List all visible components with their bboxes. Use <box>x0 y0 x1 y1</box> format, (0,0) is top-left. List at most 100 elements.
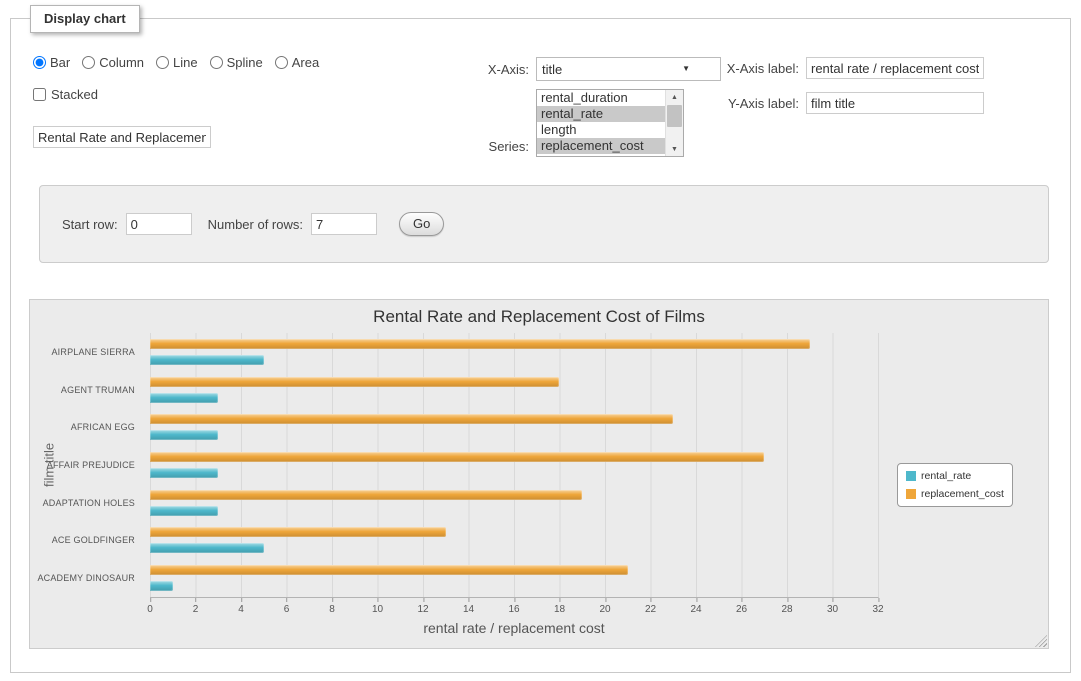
number-of-rows-label: Number of rows: <box>208 217 303 232</box>
bar-rental_rate <box>150 506 218 516</box>
series-select-group: Series: rental_durationrental_ratelength… <box>471 89 684 157</box>
legend-swatch-icon <box>906 471 916 481</box>
chart-type-option-label: Spline <box>227 55 263 70</box>
chart-type-option-label: Line <box>173 55 198 70</box>
x-tick-label: 16 <box>508 604 519 615</box>
category-label: ADAPTATION HOLES <box>30 484 142 522</box>
stacked-checkbox[interactable] <box>33 88 46 101</box>
legend-item-rental_rate[interactable]: rental_rate <box>906 470 1004 482</box>
legend-item-replacement_cost[interactable]: replacement_cost <box>906 488 1004 500</box>
plot-area <box>150 333 879 598</box>
start-row-input[interactable] <box>126 213 192 235</box>
x-tick-label: 10 <box>372 604 383 615</box>
x-axis-label-label: X-Axis label: <box>711 61 799 76</box>
bar-replacement_cost <box>150 339 810 349</box>
bar-replacement_cost <box>150 414 673 424</box>
bar-group <box>150 371 878 409</box>
x-tick-label: 22 <box>645 604 656 615</box>
chart-type-radio-bar[interactable] <box>33 56 46 69</box>
fieldset-legend: Display chart <box>30 5 140 33</box>
y-axis-label-input[interactable] <box>806 92 984 114</box>
bar-rental_rate <box>150 581 173 591</box>
x-tick-label: 32 <box>872 604 883 615</box>
chart-type-option-label: Area <box>292 55 319 70</box>
series-scrollbar[interactable]: ▲ ▼ <box>665 90 683 156</box>
category-label: AGENT TRUMAN <box>30 371 142 409</box>
chart-type-option-label: Column <box>99 55 144 70</box>
x-tick-label: 24 <box>690 604 701 615</box>
x-tick-label: 14 <box>463 604 474 615</box>
x-axis-ticks: 02468101214161820222426283032 <box>150 602 878 616</box>
bar-group <box>150 446 878 484</box>
chart-type-option-label: Bar <box>50 55 70 70</box>
x-tick-label: 6 <box>284 604 290 615</box>
category-label: AFFAIR PREJUDICE <box>30 446 142 484</box>
x-axis-title: rental rate / replacement cost <box>150 620 878 636</box>
x-axis-select[interactable]: title <box>536 57 721 81</box>
bar-group <box>150 559 878 597</box>
resize-handle-icon[interactable] <box>1035 635 1047 647</box>
chart-type-option-column[interactable]: Column <box>82 55 144 70</box>
x-tick-label: 20 <box>599 604 610 615</box>
x-tick-label: 18 <box>554 604 565 615</box>
x-axis-label-group: X-Axis label: <box>711 57 984 79</box>
bar-rental_rate <box>150 355 264 365</box>
bar-rental_rate <box>150 543 264 553</box>
bar-group <box>150 484 878 522</box>
chart-type-radio-spline[interactable] <box>210 56 223 69</box>
chart-type-radio-area[interactable] <box>275 56 288 69</box>
scroll-down-icon[interactable]: ▼ <box>666 142 683 156</box>
x-tick-label: 4 <box>238 604 244 615</box>
display-chart-fieldset: Display chart BarColumnLineSplineArea St… <box>10 18 1071 673</box>
chart-type-radio-line[interactable] <box>156 56 169 69</box>
series-option-replacement_cost[interactable]: replacement_cost <box>537 138 666 154</box>
chart-type-option-line[interactable]: Line <box>156 55 198 70</box>
bar-group <box>150 522 878 560</box>
chart-type-option-area[interactable]: Area <box>275 55 319 70</box>
bar-rental_rate <box>150 430 218 440</box>
row-controls-panel: Start row: Number of rows: Go <box>39 185 1049 263</box>
go-button[interactable]: Go <box>399 212 444 236</box>
category-label: ACADEMY DINOSAUR <box>30 559 142 597</box>
series-listbox[interactable]: rental_durationrental_ratelengthreplacem… <box>536 89 684 157</box>
x-tick-label: 2 <box>193 604 199 615</box>
category-axis-labels: AIRPLANE SIERRAAGENT TRUMANAFRICAN EGGAF… <box>30 333 142 597</box>
x-tick-label: 8 <box>329 604 335 615</box>
series-option-length[interactable]: length <box>537 122 666 138</box>
y-axis-label-label: Y-Axis label: <box>711 96 799 111</box>
bar-rental_rate <box>150 468 218 478</box>
legend-swatch-icon <box>906 489 916 499</box>
bar-replacement_cost <box>150 565 628 575</box>
start-row-label: Start row: <box>62 217 118 232</box>
legend-label: replacement_cost <box>921 488 1004 500</box>
stacked-label: Stacked <box>51 87 98 102</box>
bar-replacement_cost <box>150 527 446 537</box>
x-tick-label: 30 <box>827 604 838 615</box>
chart-type-radio-column[interactable] <box>82 56 95 69</box>
category-label: ACE GOLDFINGER <box>30 522 142 560</box>
stacked-option[interactable]: Stacked <box>33 87 98 102</box>
number-of-rows-input[interactable] <box>311 213 377 235</box>
x-axis-select-group: X-Axis: title ▼ <box>471 57 686 81</box>
chart-title: Rental Rate and Replacement Cost of Film… <box>30 307 1048 327</box>
x-axis-label-input[interactable] <box>806 57 984 79</box>
x-tick-label: 0 <box>147 604 153 615</box>
series-option-rental_duration[interactable]: rental_duration <box>537 90 666 106</box>
series-option-rental_rate[interactable]: rental_rate <box>537 106 666 122</box>
x-tick-label: 26 <box>736 604 747 615</box>
scrollbar-thumb[interactable] <box>667 105 682 127</box>
chart-type-option-bar[interactable]: Bar <box>33 55 70 70</box>
chart-type-radio-group: Bar Column Line Spline Area <box>33 55 319 70</box>
bar-replacement_cost <box>150 377 559 387</box>
category-label: AIRPLANE SIERRA <box>30 333 142 371</box>
x-tick-label: 12 <box>417 604 428 615</box>
scroll-up-icon[interactable]: ▲ <box>666 90 683 104</box>
chart-container: Rental Rate and Replacement Cost of Film… <box>29 299 1049 649</box>
x-axis-select-label: X-Axis: <box>471 62 529 77</box>
bar-replacement_cost <box>150 490 582 500</box>
series-label: Series: <box>471 139 529 157</box>
category-label: AFRICAN EGG <box>30 408 142 446</box>
chart-title-input[interactable] <box>33 126 211 148</box>
y-axis-label-group: Y-Axis label: <box>711 92 984 114</box>
chart-type-option-spline[interactable]: Spline <box>210 55 263 70</box>
